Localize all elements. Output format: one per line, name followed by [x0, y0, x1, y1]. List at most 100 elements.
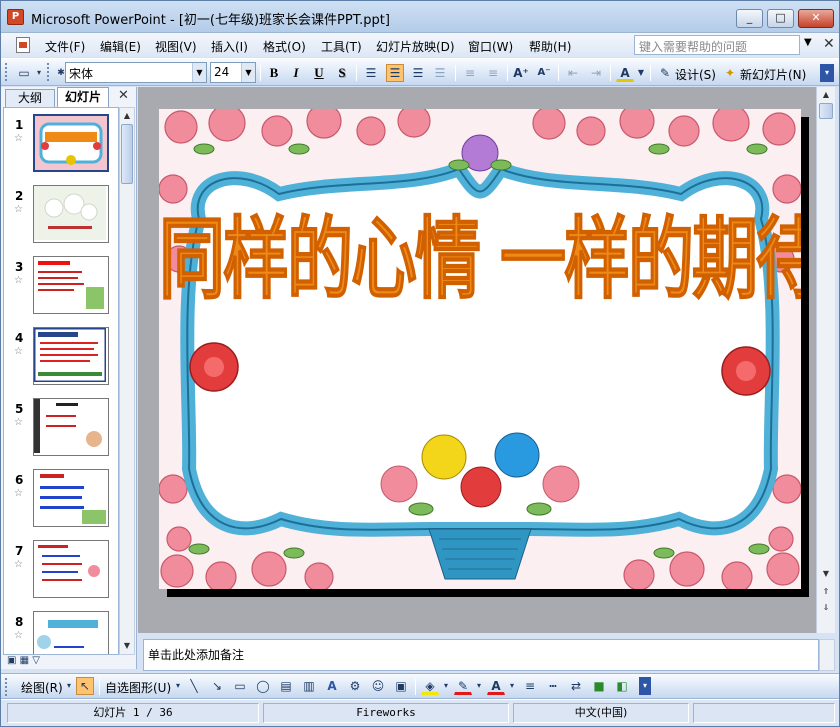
slide-thumbnail[interactable]: 2 ☆ — [4, 182, 118, 252]
slide-show-view-icon[interactable]: ▽ — [32, 655, 40, 666]
menu-insert[interactable]: 插入(I) — [211, 38, 248, 55]
justify-icon[interactable]: ☰ — [431, 64, 449, 82]
vertical-textbox-tool-icon[interactable]: ▥ — [300, 677, 318, 695]
menu-tools[interactable]: 工具(T) — [321, 38, 362, 55]
menu-edit[interactable]: 编辑(E) — [100, 38, 141, 55]
design-icon[interactable]: ✎ — [656, 64, 674, 82]
slide-thumbnail[interactable]: 6 ☆ — [4, 466, 118, 536]
line-color-icon[interactable]: ✎ — [454, 677, 472, 695]
toolbar-overflow-icon[interactable]: ▾ — [820, 64, 834, 82]
toolbar-grip[interactable] — [5, 678, 8, 696]
bullet-list-icon[interactable]: ≡ — [484, 64, 502, 82]
slide-thumbnail[interactable]: 4 ☆ — [4, 324, 118, 394]
notes-scrollbar[interactable] — [819, 639, 835, 671]
line-tool-icon[interactable]: ╲ — [185, 677, 203, 695]
chevron-down-icon[interactable]: ▾ — [64, 677, 74, 695]
toolbar-options-icon[interactable]: ▾ — [34, 64, 44, 82]
help-search-input[interactable]: 键入需要帮助的问题 — [634, 35, 800, 55]
close-pane-icon[interactable]: ✕ — [118, 88, 129, 103]
arrow-tool-icon[interactable]: ↘ — [208, 677, 226, 695]
notes-pane[interactable]: 单击此处添加备注 — [143, 639, 819, 671]
select-objects-icon[interactable]: ↖ — [76, 677, 94, 695]
shadow-style-icon[interactable]: ■ — [590, 677, 608, 695]
align-right-icon[interactable]: ☰ — [409, 64, 427, 82]
menu-window[interactable]: 窗口(W) — [468, 38, 513, 55]
document-icon[interactable] — [16, 37, 30, 53]
toolbar-grip[interactable] — [5, 63, 8, 81]
chevron-down-icon[interactable]: ▼ — [241, 63, 255, 82]
chevron-down-icon[interactable]: ▾ — [507, 677, 517, 695]
scroll-up-icon[interactable]: ▲ — [121, 109, 133, 123]
decrease-font-size-icon[interactable]: A⁻ — [535, 64, 553, 82]
italic-button[interactable]: I — [287, 64, 305, 82]
decrease-indent-icon[interactable]: ⇤ — [564, 64, 582, 82]
menu-format[interactable]: 格式(O) — [263, 38, 306, 55]
scroll-thumb[interactable] — [121, 124, 133, 184]
close-window-button[interactable]: ✕ — [798, 9, 834, 28]
font-color-icon[interactable]: A — [487, 677, 505, 695]
scroll-down-icon[interactable]: ▼ — [121, 639, 133, 653]
chevron-down-icon[interactable]: ▾ — [441, 677, 451, 695]
help-dropdown-icon[interactable]: ▼ — [804, 37, 812, 48]
slide-thumbnail[interactable]: 8 ☆ — [4, 608, 118, 654]
previous-slide-icon[interactable]: ⇑ — [820, 585, 832, 599]
font-name-combo[interactable]: 宋体 ▼ — [65, 62, 207, 83]
underline-button[interactable]: U — [310, 64, 328, 82]
shadow-button[interactable]: S — [333, 64, 351, 82]
font-color-dropdown-icon[interactable]: ▼ — [636, 64, 646, 82]
tab-slides[interactable]: 幻灯片 — [57, 87, 109, 107]
slides-pane-scrollbar[interactable]: ▲ ▼ — [119, 107, 135, 655]
tab-outline[interactable]: 大纲 — [5, 89, 55, 107]
line-style-icon[interactable]: ≡ — [521, 677, 539, 695]
textbox-tool-icon[interactable]: ▤ — [277, 677, 295, 695]
slide-thumbnail[interactable]: 3 ☆ — [4, 253, 118, 323]
toolbar-overflow-icon[interactable]: ▾ — [639, 677, 651, 695]
arrow-style-icon[interactable]: ⇄ — [567, 677, 585, 695]
wordart-tool-icon[interactable]: A — [323, 677, 341, 695]
align-center-icon[interactable]: ☰ — [386, 64, 404, 82]
3d-style-icon[interactable]: ◧ — [613, 677, 631, 695]
toolbar-grip[interactable] — [47, 63, 50, 81]
scroll-thumb[interactable] — [819, 103, 833, 119]
maximize-button[interactable]: □ — [767, 9, 794, 28]
fill-color-icon[interactable]: ◈ — [421, 677, 439, 695]
increase-indent-icon[interactable]: ⇥ — [587, 64, 605, 82]
new-slide-button[interactable]: 新幻灯片(N) — [740, 66, 806, 83]
menu-help[interactable]: 帮助(H) — [529, 38, 571, 55]
oval-tool-icon[interactable]: ◯ — [254, 677, 272, 695]
next-slide-icon[interactable]: ⇓ — [820, 601, 832, 615]
current-slide[interactable]: 同样的心情 一样的期待 — [159, 109, 801, 589]
align-left-icon[interactable]: ☰ — [362, 64, 380, 82]
menu-file[interactable]: 文件(F) — [45, 38, 85, 55]
minimize-button[interactable]: _ — [736, 9, 763, 28]
design-button[interactable]: 设计(S) — [675, 66, 716, 83]
dash-style-icon[interactable]: ┅ — [544, 677, 562, 695]
diagram-tool-icon[interactable]: ⚙ — [346, 677, 364, 695]
chevron-down-icon[interactable]: ▾ — [474, 677, 484, 695]
new-slide-icon[interactable]: ✦ — [721, 64, 739, 82]
close-document-icon[interactable]: ✕ — [823, 36, 835, 52]
chevron-down-icon[interactable]: ▼ — [192, 63, 206, 82]
clip-art-tool-icon[interactable]: ☺ — [369, 677, 387, 695]
slide-vertical-scrollbar[interactable]: ▲ ▼ ⇑ ⇓ — [816, 87, 835, 633]
scroll-down-icon[interactable]: ▼ — [820, 567, 832, 581]
scroll-up-icon[interactable]: ▲ — [820, 88, 832, 102]
rectangle-tool-icon[interactable]: ▭ — [231, 677, 249, 695]
chevron-down-icon[interactable]: ▾ — [173, 677, 183, 695]
menu-view[interactable]: 视图(V) — [155, 38, 197, 55]
slide-thumbnail[interactable]: 1 ☆ — [4, 111, 118, 181]
menu-slide-show[interactable]: 幻灯片放映(D) — [376, 38, 455, 55]
font-color-icon[interactable]: A — [616, 64, 634, 82]
numbered-list-icon[interactable]: ≡ — [461, 64, 479, 82]
slide-title[interactable]: 同样的心情 一样的期待 — [159, 187, 801, 317]
notes-placeholder[interactable]: 单击此处添加备注 — [148, 646, 244, 663]
autoshapes-menu-button[interactable]: 自选图形(U) — [105, 679, 171, 696]
bold-button[interactable]: B — [265, 64, 283, 82]
slide-thumbnail[interactable]: 7 ☆ — [4, 537, 118, 607]
slide-thumbnail[interactable]: 5 ☆ — [4, 395, 118, 465]
powerpoint-app-icon[interactable]: P — [7, 9, 24, 25]
slide-sorter-view-icon[interactable]: ▦ — [20, 655, 29, 666]
normal-view-icon[interactable]: ▣ — [7, 655, 16, 666]
draw-menu-button[interactable]: 绘图(R) — [21, 679, 63, 696]
increase-font-size-icon[interactable]: A⁺ — [512, 64, 530, 82]
